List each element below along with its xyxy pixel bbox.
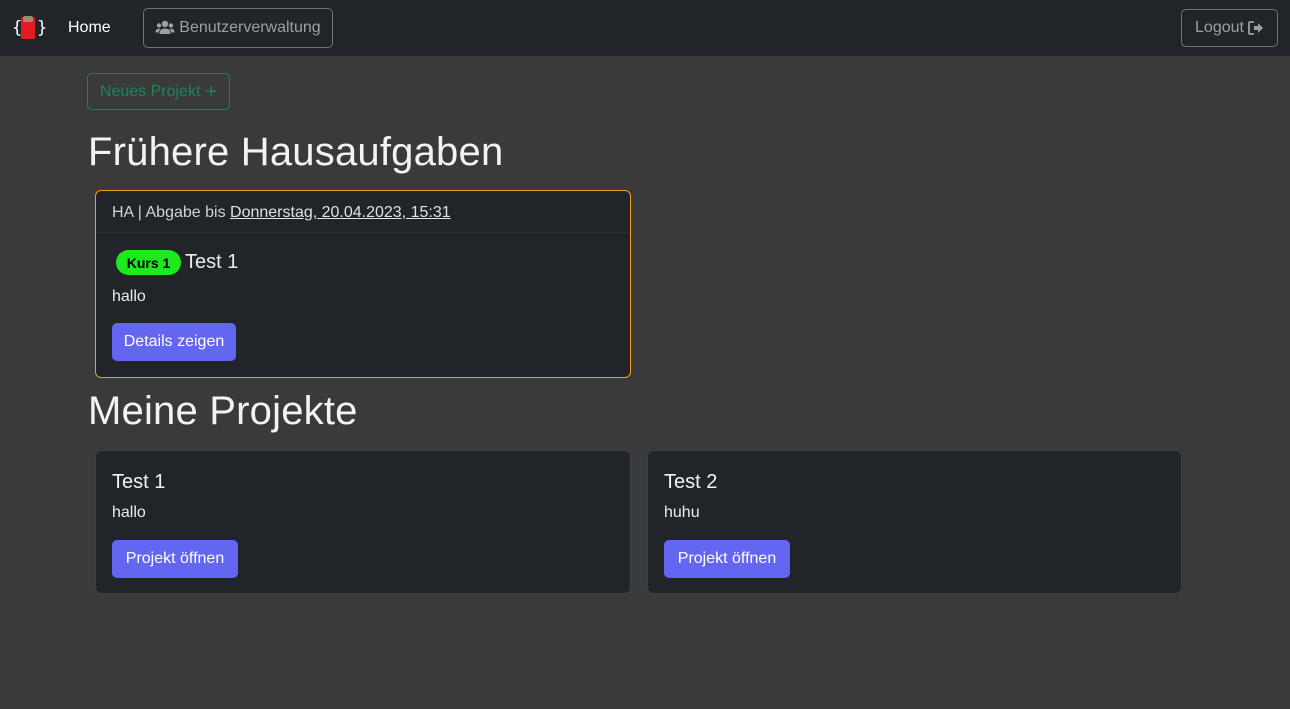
project-text: hallo: [112, 504, 146, 521]
homework-title: Test 1: [185, 251, 239, 273]
course-badge: Kurs 1: [116, 250, 181, 275]
logout-label: Logout: [1195, 19, 1244, 36]
homework-heading: Frühere Hausaufgaben: [88, 130, 504, 174]
user-management-button[interactable]: Benutzerverwaltung: [143, 8, 333, 48]
homework-text: hallo: [112, 288, 146, 305]
user-management-label: Benutzerverwaltung: [179, 19, 321, 36]
project-title: Test 2: [664, 471, 718, 493]
brand-logo[interactable]: {}: [12, 16, 47, 42]
users-icon: [155, 20, 175, 34]
new-project-button[interactable]: Neues Projekt +: [87, 73, 230, 110]
sign-out-icon: [1248, 21, 1263, 35]
open-project-button[interactable]: Projekt öffnen: [112, 540, 238, 578]
open-project-button[interactable]: Projekt öffnen: [664, 540, 790, 578]
homework-card: HA | Abgabe bis Donnerstag, 20.04.2023, …: [95, 190, 631, 378]
top-navbar: {} Home Benutzerverwaltung Logout: [0, 0, 1290, 56]
project-text: huhu: [664, 504, 700, 521]
logout-button[interactable]: Logout: [1181, 9, 1278, 47]
homework-header-prefix: HA | Abgabe bis: [112, 204, 231, 221]
plus-icon: +: [205, 80, 218, 103]
project-title: Test 1: [112, 471, 166, 493]
homework-due-date: Donnerstag, 20.04.2023, 15:31: [230, 204, 451, 221]
nav-home-link[interactable]: Home: [68, 19, 111, 37]
project-card: Test 1 hallo Projekt öffnen: [95, 450, 631, 594]
homework-card-header: HA | Abgabe bis Donnerstag, 20.04.2023, …: [96, 191, 630, 233]
project-card: Test 2 huhu Projekt öffnen: [647, 450, 1182, 594]
projects-heading: Meine Projekte: [88, 389, 358, 433]
new-project-label: Neues Projekt: [99, 82, 201, 100]
details-button[interactable]: Details zeigen: [112, 323, 236, 361]
